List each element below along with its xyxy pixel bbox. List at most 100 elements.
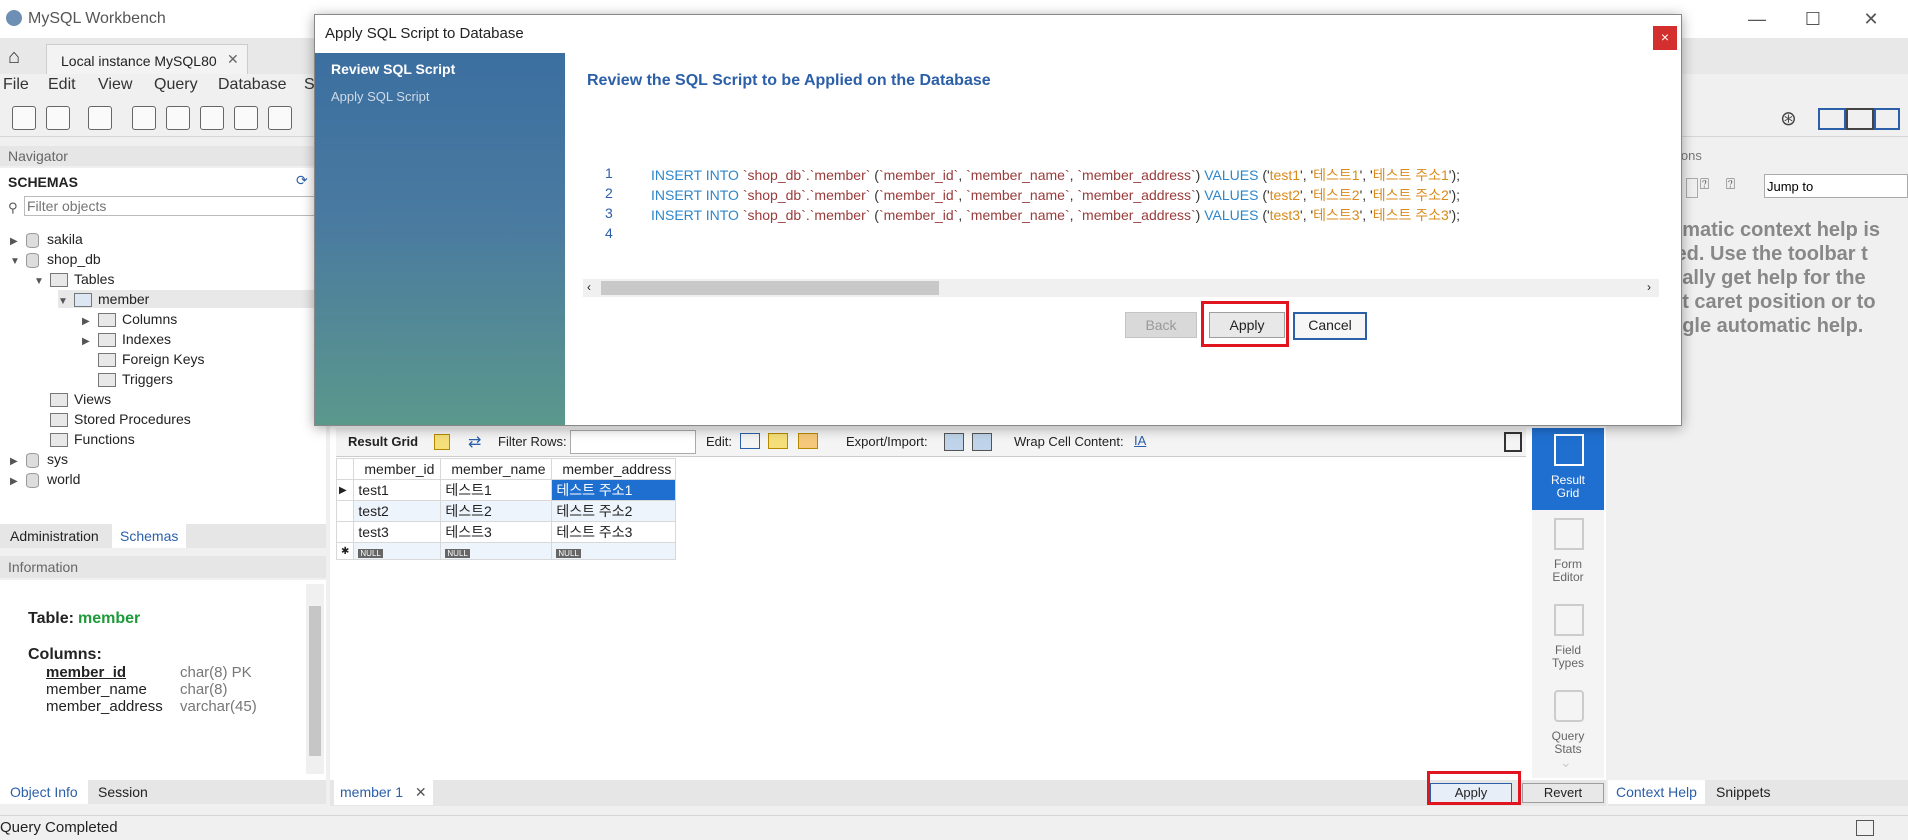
manual-help-icon[interactable]: ⍰ [1700,176,1709,193]
scroll-down-icon[interactable]: ⌄ [1560,754,1572,771]
cell[interactable]: 테스트2 [440,500,553,522]
column-header[interactable]: member_address [551,458,677,480]
cell[interactable]: 테스트 주소1 [551,479,677,501]
table-row[interactable]: ▶ test1 테스트1 테스트 주소1 [335,479,677,501]
create-view-icon[interactable] [200,106,224,130]
side-tab-query-stats[interactable]: Query Stats [1532,690,1604,762]
collapsed-arrow-icon[interactable]: ▶ [82,333,92,351]
cell[interactable]: 테스트 주소3 [551,521,677,543]
tree-item[interactable]: Functions [34,430,135,448]
tree-item[interactable]: ▼ shop_db [10,250,101,268]
open-sql-script-icon[interactable] [46,106,70,130]
table-row[interactable]: test2 테스트2 테스트 주소2 [335,500,677,522]
side-tab-form-editor[interactable]: Form Editor [1532,518,1604,590]
back-nav-icon[interactable] [1686,178,1698,198]
minimize-button[interactable]: — [1740,6,1774,32]
row-selector[interactable]: ▶ [335,479,355,501]
delete-row-icon[interactable] [798,433,818,449]
info-scrollbar-thumb[interactable] [309,606,321,756]
cell[interactable]: test2 [353,500,442,522]
tab-object-info[interactable]: Object Info [0,780,88,804]
import-icon[interactable] [972,433,992,451]
toggle-sidebar-icon[interactable] [1818,108,1846,130]
create-table-icon[interactable] [166,106,190,130]
menu-view[interactable]: View [98,76,132,94]
scroll-right-icon[interactable]: › [1647,280,1651,294]
collapsed-arrow-icon[interactable]: ▶ [10,473,20,491]
menu-file[interactable]: File [3,76,29,94]
new-row-marker[interactable]: ✱ [335,542,355,560]
side-tab-field-types[interactable]: Field Types [1532,604,1604,676]
cancel-button[interactable]: Cancel [1293,312,1367,340]
wrap-cell-icon[interactable]: IA [1134,433,1146,448]
tab-session[interactable]: Session [98,784,148,800]
edit-row-icon[interactable] [740,433,760,449]
close-window-button[interactable]: ✕ [1854,6,1888,32]
cell[interactable]: 테스트3 [440,521,553,543]
row-selector[interactable] [335,500,355,522]
side-tab-result-grid[interactable]: Result Grid [1532,428,1604,510]
cell[interactable]: test3 [353,521,442,543]
toggle-output-icon[interactable] [1846,108,1874,130]
close-result-tab-icon[interactable]: ✕ [415,784,427,800]
dialog-close-button[interactable]: × [1653,26,1677,50]
add-row-icon[interactable] [768,433,788,449]
scroll-left-icon[interactable]: ‹ [587,280,591,294]
tab-schemas[interactable]: Schemas [112,524,187,548]
inspector-icon[interactable] [88,106,112,130]
tree-item[interactable]: ▼ Tables [34,270,114,288]
refresh-results-icon[interactable]: ⇄ [468,432,481,452]
menu-database[interactable]: Database [218,76,287,94]
refresh-icon[interactable]: ⟳ [296,172,308,189]
null-cell[interactable]: NULL [440,542,553,560]
grid-view-icon[interactable] [434,434,450,450]
jump-to-input[interactable] [1764,174,1908,198]
tab-snippets[interactable]: Snippets [1716,784,1770,800]
new-sql-tab-icon[interactable] [12,106,36,130]
create-procedure-icon[interactable] [234,106,258,130]
tree-item[interactable]: Stored Procedures [34,410,191,428]
tree-item[interactable]: ▶ world [10,470,80,488]
tab-context-help[interactable]: Context Help [1608,780,1705,804]
info-scrollbar[interactable] [306,584,324,774]
create-schema-icon[interactable] [132,106,156,130]
tree-item[interactable]: ▶ Columns [82,310,177,328]
cell[interactable]: test1 [353,479,442,501]
home-icon[interactable]: ⌂ [8,46,20,69]
filter-rows-input[interactable] [570,430,696,454]
null-cell[interactable]: NULL [353,542,442,560]
expanded-arrow-icon[interactable]: ▼ [34,273,44,291]
row-selector[interactable] [335,521,355,543]
output-toggle-icon[interactable] [1856,820,1874,836]
collapsed-arrow-icon[interactable]: ▶ [10,453,20,471]
tab-administration[interactable]: Administration [10,528,99,544]
create-function-icon[interactable] [268,106,292,130]
collapsed-arrow-icon[interactable]: ▶ [82,313,92,331]
expanded-arrow-icon[interactable]: ▼ [58,293,68,311]
toggle-panel-icon[interactable] [1504,432,1522,452]
cell[interactable]: 테스트 주소2 [551,500,677,522]
menu-query[interactable]: Query [154,76,198,94]
sql-horizontal-scrollbar[interactable]: ‹ › [583,279,1659,297]
menu-edit[interactable]: Edit [48,76,76,94]
maximize-button[interactable]: ☐ [1796,6,1830,32]
cell[interactable]: 테스트1 [440,479,553,501]
tree-item[interactable]: ▼ member [58,290,326,308]
expanded-arrow-icon[interactable]: ▼ [10,253,20,271]
column-header[interactable]: member_id [353,458,442,480]
null-cell[interactable]: NULL [551,542,677,560]
connection-tab[interactable]: Local instance MySQL80 ✕ [46,44,248,75]
back-button[interactable]: Back [1125,312,1197,338]
collapsed-arrow-icon[interactable]: ▶ [10,233,20,251]
tree-item[interactable]: ▶ sakila [10,230,83,248]
scrollbar-thumb[interactable] [601,281,939,295]
close-tab-icon[interactable]: ✕ [227,51,239,68]
new-row[interactable]: ✱ NULL NULL NULL [335,542,677,560]
filter-objects-input[interactable] [24,196,320,216]
preferences-icon[interactable]: ⊛ [1780,106,1797,131]
result-tab[interactable]: member 1 ✕ [334,780,433,805]
auto-help-icon[interactable]: ⍰ [1726,176,1735,193]
tree-item[interactable]: Views [34,390,111,408]
tree-item[interactable]: Triggers [82,370,173,388]
tree-item[interactable]: Foreign Keys [82,350,204,368]
